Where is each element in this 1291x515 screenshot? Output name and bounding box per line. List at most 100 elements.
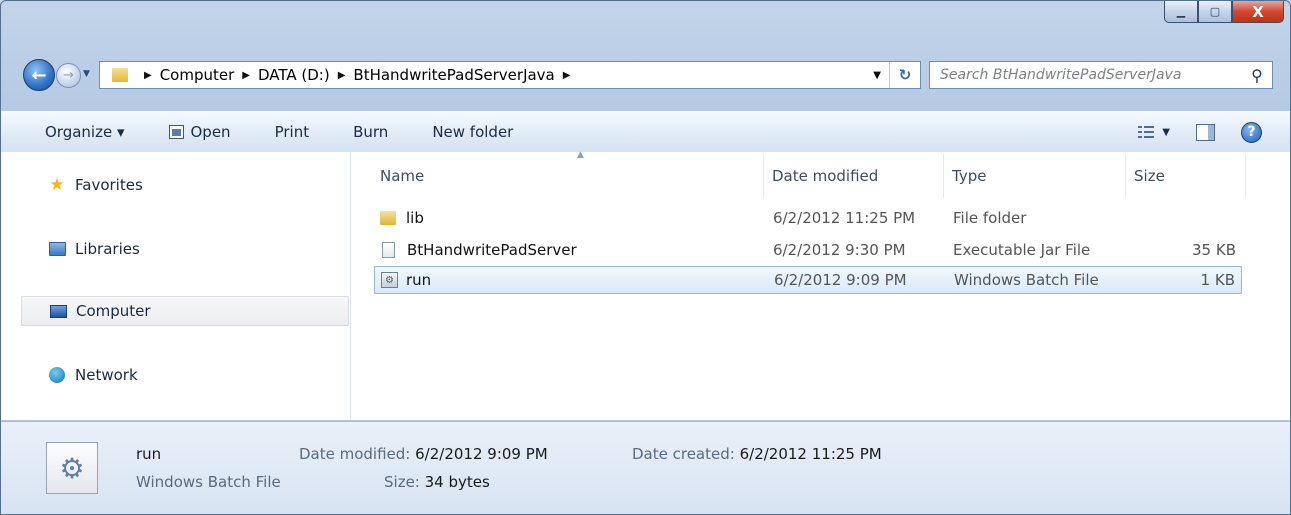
file-type: File folder [953, 209, 1027, 227]
chevron-down-icon[interactable]: ▼ [865, 70, 889, 81]
column-header-label: Size [1134, 167, 1165, 185]
chevron-right-icon[interactable]: ▶ [563, 70, 571, 81]
details-pane: ⚙ run Windows Batch File Date modified: … [1, 421, 1290, 514]
view-controls: ▼ ? [1138, 121, 1290, 143]
file-row-lib[interactable]: lib 6/2/2012 11:25 PM File folder [374, 204, 1242, 232]
file-name: lib [406, 209, 424, 227]
print-button[interactable]: Print [253, 112, 332, 152]
details-file-type: Windows Batch File [136, 473, 281, 491]
burn-button[interactable]: Burn [331, 112, 410, 152]
new-folder-button[interactable]: New folder [410, 112, 535, 152]
network-icon [47, 366, 67, 384]
open-button[interactable]: Open [147, 112, 253, 152]
column-header-label: Name [380, 167, 425, 185]
back-button[interactable]: ← [23, 59, 55, 91]
file-date: 6/2/2012 9:09 PM [774, 271, 907, 289]
forward-arrow-icon: → [63, 68, 74, 83]
file-name-cell: BtHandwritePadServer [380, 236, 577, 264]
column-header-type[interactable]: Type [944, 154, 1126, 198]
change-view-icon[interactable] [1138, 125, 1155, 139]
column-header-name[interactable]: ▲ Name [372, 150, 764, 198]
open-label: Open [190, 123, 231, 141]
nav-item-label: Network [75, 366, 138, 384]
details-date-modified: Date modified: 6/2/2012 9:09 PM [299, 445, 548, 463]
maximize-button[interactable]: ▢ [1198, 1, 1232, 23]
file-list-pane: ▲ Name Date modified Type Size lib 6/2/2… [352, 150, 1290, 420]
breadcrumb-data-drive[interactable]: DATA (D:) [258, 66, 330, 84]
file-name: BtHandwritePadServer [407, 241, 577, 259]
date-modified-label: Date modified: [299, 445, 411, 463]
sort-ascending-icon: ▲ [577, 150, 584, 160]
nav-item-network[interactable]: Network [21, 360, 349, 390]
command-bar: Organize ▾ Open Print Burn New folder ▼ … [1, 111, 1290, 153]
nav-item-computer[interactable]: Computer [21, 296, 349, 326]
date-created-value: 6/2/2012 11:25 PM [739, 445, 882, 463]
computer-icon [48, 302, 68, 320]
address-row: ← → ▼ ▶ Computer ▶ DATA (D:) ▶ BtHandwri… [23, 57, 1278, 93]
size-label: Size: [384, 473, 420, 491]
search-input[interactable] [930, 66, 1242, 84]
content-area: ★ Favorites Libraries Computer Network ▲… [1, 150, 1290, 420]
column-header-date-modified[interactable]: Date modified [764, 154, 944, 198]
preview-pane-icon[interactable] [1196, 123, 1215, 141]
minimize-icon: ▁ [1176, 5, 1186, 18]
help-icon[interactable]: ? [1241, 121, 1262, 143]
file-size: 35 KB [1192, 241, 1236, 259]
close-button[interactable]: X [1232, 1, 1284, 23]
breadcrumb-current-folder[interactable]: BtHandwritePadServerJava [353, 66, 554, 84]
file-row-run[interactable]: ⚙ run 6/2/2012 9:09 PM Windows Batch Fil… [374, 266, 1242, 294]
refresh-icon[interactable]: ↻ [889, 62, 920, 88]
chevron-right-icon[interactable]: ▶ [242, 70, 250, 81]
libraries-icon [47, 240, 67, 258]
view-options-chevron-down-icon[interactable]: ▼ [1162, 127, 1170, 138]
details-file-name: run [136, 445, 162, 463]
recent-pages-dropdown[interactable]: ▼ [83, 69, 90, 79]
star-icon: ★ [49, 175, 65, 195]
chevron-right-icon[interactable]: ▶ [144, 70, 152, 81]
address-controls: ▼ ↻ [865, 62, 920, 88]
details-date-created: Date created: 6/2/2012 11:25 PM [632, 445, 882, 463]
file-name: run [406, 271, 432, 289]
maximize-icon: ▢ [1209, 5, 1221, 18]
chevron-right-icon[interactable]: ▶ [338, 70, 346, 81]
search-icon[interactable]: ⚲ [1242, 66, 1272, 85]
file-name-cell: ⚙ run [381, 267, 431, 293]
close-icon: X [1252, 2, 1264, 21]
nav-item-label: Libraries [75, 240, 140, 258]
size-value: 34 bytes [424, 473, 490, 491]
nav-item-label: Favorites [75, 176, 143, 194]
column-header-size[interactable]: Size [1126, 154, 1246, 198]
details-size: Size: 34 bytes [384, 473, 490, 491]
forward-button[interactable]: → [56, 63, 81, 88]
nav-item-label: Computer [76, 302, 151, 320]
file-date: 6/2/2012 11:25 PM [773, 209, 916, 227]
batch-file-gear-icon: ⚙ [46, 442, 98, 494]
breadcrumb-computer[interactable]: Computer [160, 66, 235, 84]
date-created-label: Date created: [632, 445, 735, 463]
search-box: ⚲ [929, 61, 1273, 89]
folder-icon [112, 68, 128, 82]
organize-button[interactable]: Organize ▾ [1, 112, 147, 152]
caption-buttons: ▁ ▢ X [1164, 1, 1284, 23]
open-icon [168, 125, 184, 139]
column-header-label: Type [952, 167, 987, 185]
column-headers: ▲ Name Date modified Type Size [372, 150, 1249, 198]
file-size: 1 KB [1200, 271, 1235, 289]
file-date: 6/2/2012 9:30 PM [773, 241, 906, 259]
column-header-label: Date modified [772, 167, 879, 185]
nav-item-libraries[interactable]: Libraries [21, 234, 349, 264]
minimize-button[interactable]: ▁ [1164, 1, 1198, 23]
back-arrow-icon: ← [31, 64, 47, 86]
file-type: Windows Batch File [954, 271, 1099, 289]
jar-file-icon [382, 242, 395, 258]
nav-item-favorites[interactable]: ★ Favorites [21, 170, 349, 200]
folder-icon [380, 211, 396, 225]
file-type: Executable Jar File [953, 241, 1091, 259]
batch-file-gear-icon: ⚙ [381, 272, 398, 288]
file-row-bthandwritepadserver[interactable]: BtHandwritePadServer 6/2/2012 9:30 PM Ex… [374, 236, 1242, 264]
explorer-window: ▁ ▢ X ← → ▼ ▶ Computer ▶ DATA (D:) ▶ BtH… [0, 0, 1291, 515]
date-modified-value: 6/2/2012 9:09 PM [415, 445, 548, 463]
address-bar[interactable]: ▶ Computer ▶ DATA (D:) ▶ BtHandwritePadS… [99, 61, 921, 89]
file-name-cell: lib [380, 204, 424, 232]
navigation-pane: ★ Favorites Libraries Computer Network [1, 152, 351, 420]
